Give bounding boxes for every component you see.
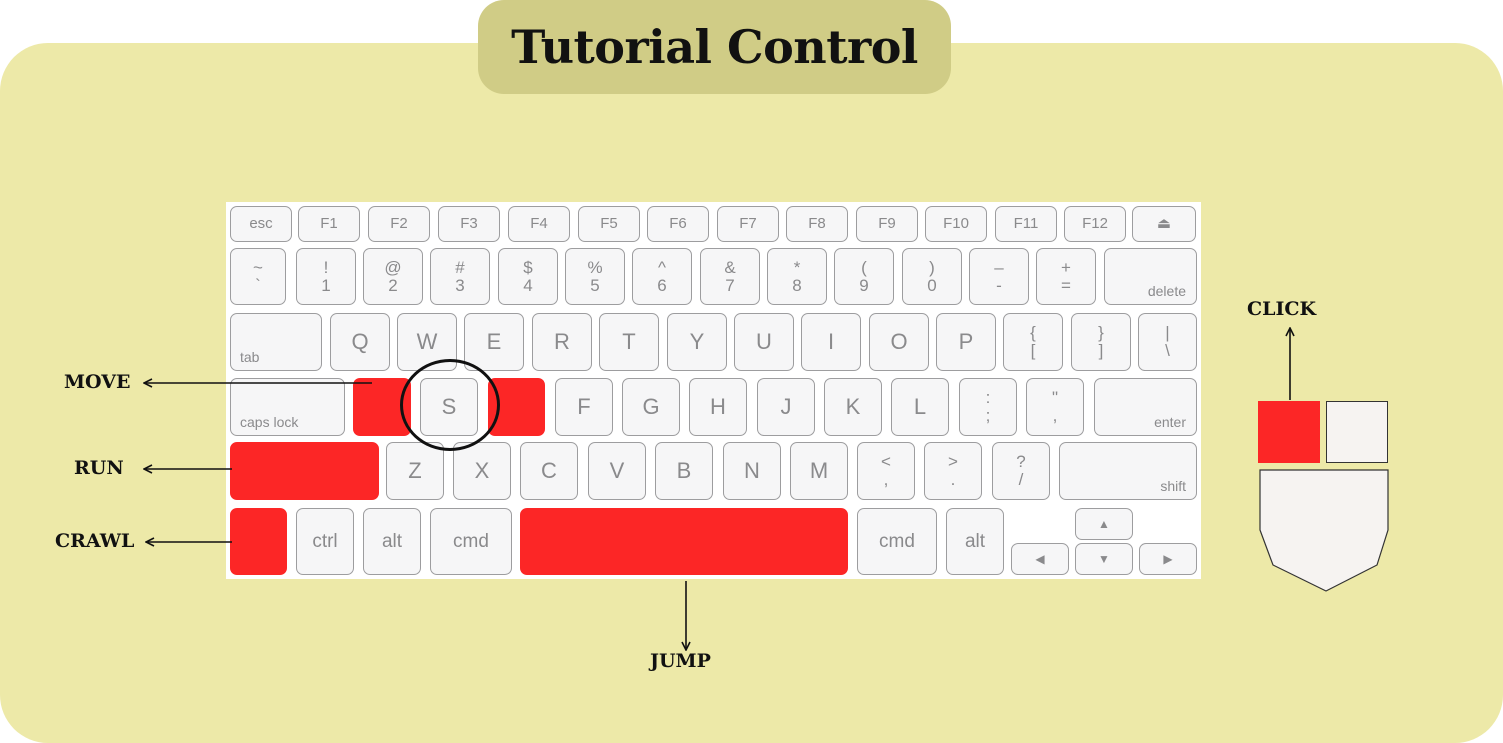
key-quote: ", (1026, 378, 1084, 436)
key-shift-right: shift (1059, 442, 1197, 500)
key-1: ! 1 (296, 248, 356, 305)
key-f5: F5 (578, 206, 640, 242)
key-t: T (599, 313, 659, 371)
key-f1: F1 (298, 206, 360, 242)
label-jump: JUMP (650, 650, 711, 672)
label-run: RUN (74, 457, 124, 479)
key-tab: tab (230, 313, 322, 371)
key-c: C (520, 442, 578, 500)
key-backslash: | \ (1138, 313, 1197, 371)
key-y: Y (667, 313, 727, 371)
mouse-left-button-highlighted (1258, 401, 1320, 463)
key-x: X (453, 442, 511, 500)
key-ctrl: ctrl (296, 508, 354, 575)
key-enter: enter (1094, 378, 1197, 436)
key-3: #3 (430, 248, 490, 305)
key-delete: delete (1104, 248, 1197, 305)
key-6: ^ 6 (632, 248, 692, 305)
key-f12: F12 (1064, 206, 1126, 242)
key-caps-lock: caps lock (230, 378, 345, 436)
key-8: * 8 (767, 248, 827, 305)
keyboard-image: esc F1 F2 F3 F4 F5 F6 F7 F8 F9 F10 F11 F… (226, 202, 1201, 579)
key-5: % 5 (565, 248, 625, 305)
key-equals: + = (1036, 248, 1096, 305)
key-h: H (689, 378, 747, 436)
key-alt-right: alt (946, 508, 1004, 575)
key-f2: F2 (368, 206, 430, 242)
key-u: U (734, 313, 794, 371)
key-p: P (936, 313, 996, 371)
key-l: L (891, 378, 949, 436)
key-b: B (655, 442, 713, 500)
key-r: R (532, 313, 592, 371)
key-semicolon: :; (959, 378, 1017, 436)
key-cmd-left: cmd (430, 508, 512, 575)
key-f3: F3 (438, 206, 500, 242)
label-click: CLICK (1247, 298, 1317, 320)
key-v: V (588, 442, 646, 500)
key-k: K (824, 378, 882, 436)
s-key-circle (400, 359, 500, 451)
label-crawl: CRAWL (55, 530, 135, 552)
key-e: E (464, 313, 524, 371)
key-m: M (790, 442, 848, 500)
arrow-left-icon: ◀ (1011, 543, 1069, 575)
arrow-down-icon: ▼ (1075, 543, 1133, 575)
key-shift-left-highlighted (230, 442, 379, 500)
key-2: @2 (363, 248, 423, 305)
key-f: F (555, 378, 613, 436)
key-period: >. (924, 442, 982, 500)
key-o: O (869, 313, 929, 371)
key-comma: <, (857, 442, 915, 500)
key-q: Q (330, 313, 390, 371)
key-4: $4 (498, 248, 558, 305)
key-space-highlighted (520, 508, 848, 575)
key-g: G (622, 378, 680, 436)
key-i: I (801, 313, 861, 371)
key-f9: F9 (856, 206, 918, 242)
key-right-brace: }] (1071, 313, 1131, 371)
key-tilde: ~ ` (230, 248, 286, 305)
key-9: (9 (834, 248, 894, 305)
key-alt-left: alt (363, 508, 421, 575)
key-0: ) 0 (902, 248, 962, 305)
key-f6: F6 (647, 206, 709, 242)
key-f4: F4 (508, 206, 570, 242)
key-minus: – - (969, 248, 1029, 305)
key-cmd-right: cmd (857, 508, 937, 575)
arrow-right-icon: ▶ (1139, 543, 1197, 575)
key-esc: esc (230, 206, 292, 242)
page-title: Tutorial Control (478, 0, 951, 94)
label-move: MOVE (64, 371, 131, 393)
key-f10: F10 (925, 206, 987, 242)
key-slash: ? / (992, 442, 1050, 500)
key-f11: F11 (995, 206, 1057, 242)
key-fn-highlighted (230, 508, 287, 575)
key-7: & 7 (700, 248, 760, 305)
key-n: N (723, 442, 781, 500)
eject-icon: ⏏ (1132, 206, 1196, 242)
key-f8: F8 (786, 206, 848, 242)
key-left-brace: {[ (1003, 313, 1063, 371)
key-f7: F7 (717, 206, 779, 242)
key-j: J (757, 378, 815, 436)
mouse-right-button (1326, 401, 1388, 463)
key-z: Z (386, 442, 444, 500)
arrow-up-icon: ▲ (1075, 508, 1133, 540)
